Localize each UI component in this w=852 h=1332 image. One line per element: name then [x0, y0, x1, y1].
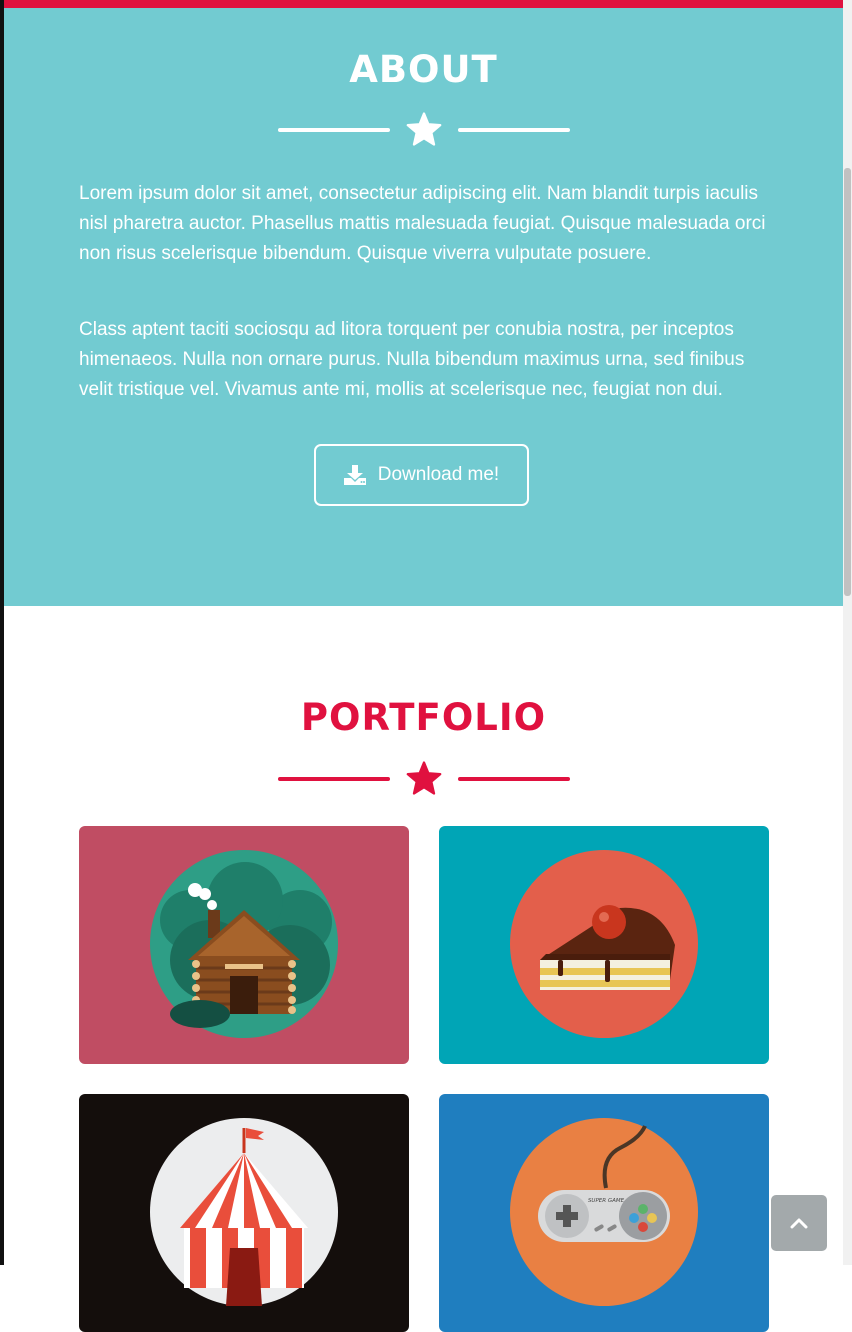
download-button[interactable]: Download me!	[314, 444, 529, 506]
scrollbar-thumb[interactable]	[844, 168, 851, 596]
top-accent-bar	[4, 0, 843, 8]
cake-icon	[510, 850, 698, 1038]
download-button-label: Download me!	[377, 464, 500, 485]
portfolio-item-cake[interactable]	[439, 826, 769, 1064]
about-title: ABOUT	[349, 48, 498, 91]
portfolio-section: PORTFOLIO SUPER GAME	[4, 606, 843, 1332]
cabin-icon	[150, 850, 338, 1038]
game-controller-icon: SUPER GAME	[510, 1118, 698, 1306]
scrollbar-down-arrow[interactable]	[843, 1253, 852, 1265]
download-icon	[343, 465, 366, 485]
portfolio-divider	[278, 758, 570, 798]
divider-line-right	[458, 777, 570, 781]
about-section: ABOUT Lorem ipsum dolor sit amet, consec…	[4, 8, 843, 606]
back-to-top-button[interactable]	[771, 1195, 827, 1251]
chevron-up-icon	[790, 1218, 808, 1229]
portfolio-item-game[interactable]: SUPER GAME	[439, 1094, 769, 1332]
divider-line-right	[458, 128, 570, 132]
about-divider	[278, 109, 570, 149]
portfolio-title: PORTFOLIO	[300, 696, 547, 739]
star-icon	[406, 761, 442, 795]
circus-tent-icon	[150, 1118, 338, 1306]
star-icon	[406, 112, 442, 146]
divider-line-left	[278, 777, 390, 781]
divider-line-left	[278, 128, 390, 132]
about-paragraph: Class aptent taciti sociosqu ad litora t…	[79, 319, 745, 400]
portfolio-item-circus[interactable]	[79, 1094, 409, 1332]
controller-label: SUPER GAME	[588, 1198, 625, 1204]
portfolio-item-cabin[interactable]	[79, 826, 409, 1064]
about-paragraph: Lorem ipsum dolor sit amet, consectetur …	[79, 183, 766, 264]
page-scrollbar[interactable]	[843, 0, 852, 1265]
